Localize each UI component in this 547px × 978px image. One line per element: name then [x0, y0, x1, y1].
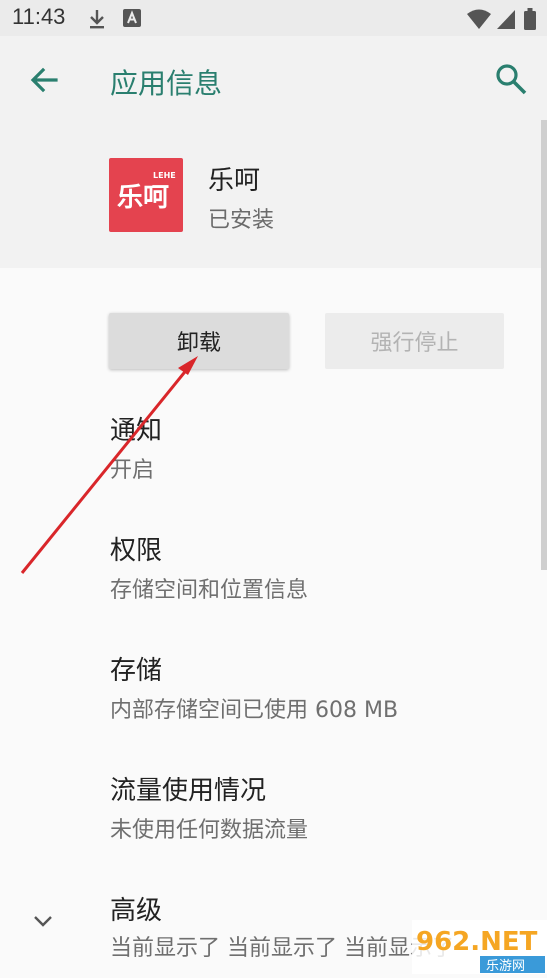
search-icon	[496, 64, 527, 95]
watermark-brand: 962.NET	[416, 927, 538, 957]
scrollbar[interactable]	[541, 120, 547, 570]
setting-subtitle: 开启	[110, 458, 155, 483]
force-stop-button[interactable]: 强行停止	[325, 313, 504, 369]
wifi-icon	[466, 8, 492, 34]
notification-a-icon	[122, 8, 142, 32]
app-icon: LEHE 乐呵	[109, 158, 183, 232]
setting-subtitle: 存储空间和位置信息	[110, 578, 309, 603]
back-button[interactable]	[26, 62, 62, 98]
watermark: 962.NET 乐游网	[412, 920, 547, 974]
search-button[interactable]	[494, 62, 528, 96]
app-bar: 应用信息	[0, 36, 547, 126]
download-icon	[86, 8, 108, 34]
app-icon-badge: LEHE	[153, 171, 176, 180]
status-time: 11:43	[12, 4, 66, 29]
setting-title: 通知	[110, 416, 163, 446]
app-name: 乐呵	[208, 166, 261, 196]
app-install-status: 已安装	[208, 208, 275, 233]
setting-subtitle: 内部存储空间已使用 608 MB	[110, 698, 399, 723]
app-icon-text: 乐呵	[117, 183, 169, 213]
battery-icon	[524, 8, 536, 34]
watermark-subtext: 乐游网	[486, 959, 525, 974]
setting-title: 流量使用情况	[110, 776, 267, 806]
setting-title: 权限	[110, 536, 163, 566]
status-bar: 11:43	[0, 0, 547, 36]
page-title: 应用信息	[110, 67, 223, 100]
app-header: LEHE 乐呵 乐呵 已安装	[0, 126, 547, 268]
arrow-left-icon	[30, 67, 58, 93]
setting-title: 高级	[110, 896, 163, 926]
setting-title: 存储	[110, 656, 163, 686]
chevron-down-icon	[32, 910, 54, 932]
setting-subtitle: 未使用任何数据流量	[110, 818, 309, 843]
setting-subtitle: 当前显示了 当前显示了 当前显示了	[110, 936, 454, 961]
uninstall-button[interactable]: 卸载	[109, 313, 289, 369]
cell-signal-icon	[496, 8, 516, 34]
